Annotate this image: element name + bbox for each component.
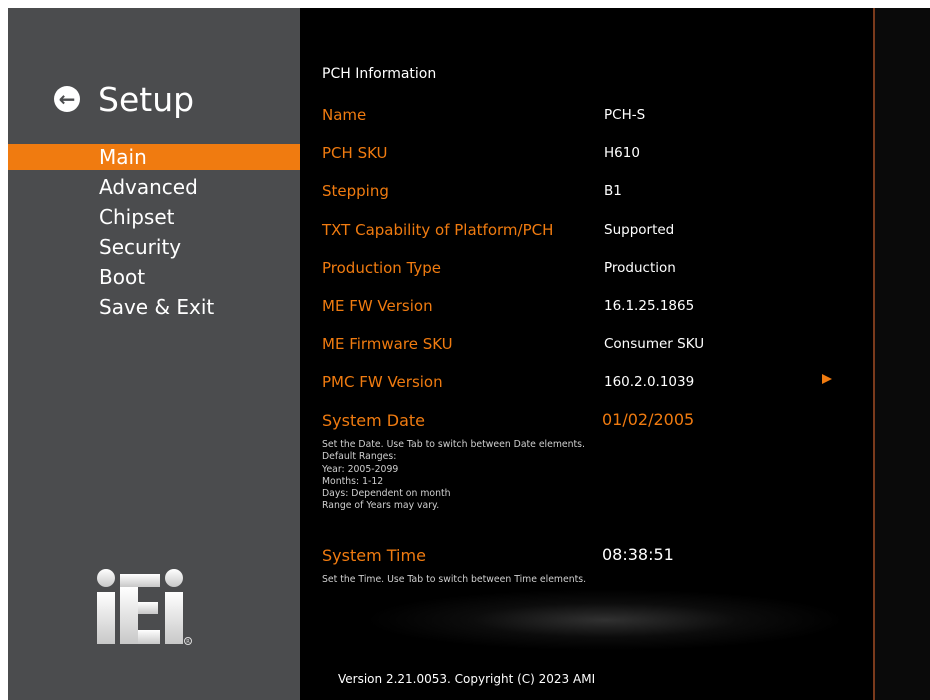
row-label: Stepping (322, 182, 389, 200)
help-line: Default Ranges: (322, 451, 397, 463)
row-label: Production Type (322, 259, 442, 277)
info-row-txt-capability: TXT Capability of Platform/PCH Supported (300, 219, 873, 243)
menu-item-security[interactable]: Security (8, 234, 300, 260)
help-line: Months: 1-12 (322, 475, 384, 487)
row-label: TXT Capability of Platform/PCH (322, 221, 554, 239)
menu-item-advanced[interactable]: Advanced (8, 174, 300, 200)
cursor-arrow-icon (822, 374, 832, 384)
row-label: ME Firmware SKU (322, 335, 453, 353)
decorative-glow (370, 590, 840, 650)
info-row-pch-sku: PCH SKU H610 (300, 142, 873, 166)
row-value: B1 (604, 183, 622, 199)
back-arrow-icon[interactable]: ← (54, 86, 80, 112)
row-value: 16.1.25.1865 (604, 298, 695, 314)
section-title: PCH Information (322, 66, 437, 82)
system-time-label: System Time (322, 546, 426, 565)
info-row-production-type: Production Type Production (300, 257, 873, 281)
row-label: PCH SKU (322, 144, 388, 162)
row-value: Consumer SKU (604, 336, 705, 352)
row-value: H610 (604, 145, 640, 161)
right-panel (875, 8, 930, 700)
row-value: Supported (604, 222, 675, 238)
row-label: PMC FW Version (322, 373, 443, 391)
row-value: Production (604, 260, 676, 276)
svg-text:R: R (186, 639, 190, 645)
help-line: Days: Dependent on month (322, 488, 451, 500)
row-value: PCH-S (604, 107, 646, 123)
info-row-pmc-fw-version: PMC FW Version 160.2.0.1039 (300, 371, 873, 395)
iei-logo: R (97, 569, 192, 645)
system-date-row[interactable]: System Date (300, 409, 873, 433)
help-line: Year: 2005-2099 (322, 463, 399, 475)
info-row-name: Name PCH-S (300, 104, 873, 128)
main-panel: PCH Information Name PCH-S PCH SKU H610 … (300, 8, 873, 700)
menu-item-save-exit[interactable]: Save & Exit (8, 294, 300, 320)
system-date-field[interactable]: 01/02/2005 (602, 410, 694, 429)
setup-title: Setup (98, 80, 195, 119)
bios-setup-screen: ← Setup Main Advanced Chipset Security B… (8, 8, 930, 700)
row-label: Name (322, 106, 367, 124)
row-label: ME FW Version (322, 297, 433, 315)
info-row-me-firmware-sku: ME Firmware SKU Consumer SKU (300, 333, 873, 357)
system-time-field[interactable]: 08:38:51 (602, 545, 674, 564)
time-help-text: Set the Time. Use Tab to switch between … (322, 574, 587, 585)
system-date-label: System Date (322, 411, 425, 430)
help-line: Set the Date. Use Tab to switch between … (322, 439, 585, 450)
menu-item-chipset[interactable]: Chipset (8, 204, 300, 230)
date-help-text: Set the Date. Use Tab to switch between … (322, 439, 585, 513)
system-time-row[interactable]: System Time (300, 544, 873, 568)
menu-item-boot[interactable]: Boot (8, 264, 300, 290)
menu-item-main[interactable]: Main (8, 144, 300, 170)
info-row-me-fw-version: ME FW Version 16.1.25.1865 (300, 295, 873, 319)
info-row-stepping: Stepping B1 (300, 180, 873, 204)
version-footer: Version 2.21.0053. Copyright (C) 2023 AM… (338, 672, 596, 686)
help-line: Range of Years may vary. (322, 500, 440, 512)
sidebar: ← Setup Main Advanced Chipset Security B… (8, 8, 300, 700)
row-value: 160.2.0.1039 (604, 374, 695, 390)
